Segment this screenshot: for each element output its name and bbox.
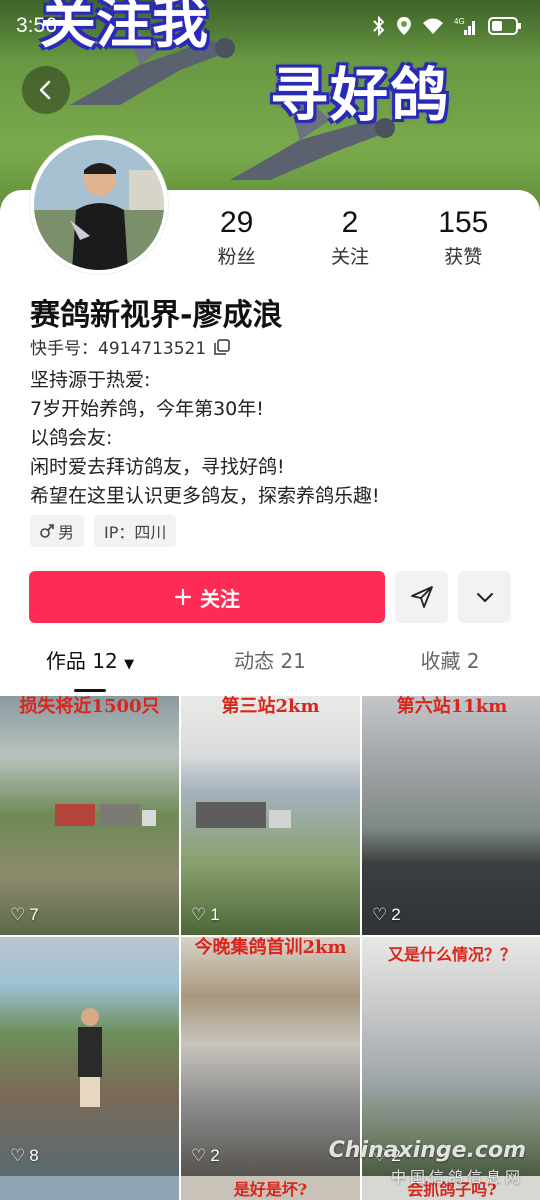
heart-icon: ♡: [10, 905, 26, 924]
video-caption: 今晚集鸽首训2km: [194, 937, 347, 958]
profile-name: 赛鸽新视界-廖成浪: [30, 298, 283, 333]
bio-line: 7岁开始养鸽，今年第30年!: [30, 398, 264, 420]
bio-line: 坚持源于热爱:: [30, 369, 151, 391]
video-thumbnail[interactable]: 是好是坏?: [181, 1176, 360, 1200]
stat-number: 2: [341, 206, 359, 239]
tab-works[interactable]: 作品 12 ▼: [0, 645, 180, 691]
copy-icon[interactable]: [214, 338, 230, 355]
chevron-down-icon: [476, 593, 493, 602]
male-icon: [40, 524, 54, 538]
bio-line: 闲时爱去拜访鸽友，寻找好鸽!: [30, 456, 285, 478]
heart-icon: ♡: [191, 1146, 207, 1165]
site-watermark: Chinaxinge.com: [328, 1138, 526, 1163]
stat-likes[interactable]: 155 获赞: [408, 206, 518, 269]
like-count: ♡ 7: [10, 905, 39, 925]
profile-bio: 坚持源于热爱: 7岁开始养鸽，今年第30年! 以鸽会友: 闲时爱去拜访鸽友，寻找…: [30, 366, 380, 511]
tab-label: 动态 21: [234, 649, 306, 673]
like-count: ♡ 2: [372, 905, 401, 925]
active-tab-indicator: [74, 689, 106, 692]
like-number: 8: [29, 1146, 39, 1165]
back-button[interactable]: [22, 66, 70, 114]
chevron-left-icon: [39, 80, 51, 100]
follow-label: 关注: [200, 586, 240, 611]
send-icon: [410, 586, 433, 608]
stat-label: 粉丝: [217, 246, 256, 268]
stat-following[interactable]: 2 关注: [295, 206, 405, 269]
video-caption: 又是什么情况？？: [387, 945, 516, 964]
video-caption: 是好是坏?: [233, 1180, 308, 1199]
user-id: 快手号：4914713521: [30, 334, 230, 359]
gender-tag: 男: [30, 515, 85, 547]
stat-number: 155: [438, 206, 489, 239]
location-icon: [397, 17, 411, 35]
like-count: ♡ 2: [191, 1146, 220, 1166]
wifi-icon: [423, 18, 443, 34]
follow-button[interactable]: 关注: [29, 571, 385, 623]
bluetooth-icon: [373, 16, 385, 36]
plus-icon: [174, 588, 192, 606]
like-number: 2: [210, 1146, 220, 1165]
like-number: 1: [210, 905, 220, 924]
video-thumbnail[interactable]: ♡ 8: [0, 937, 179, 1176]
stat-number: 29: [219, 206, 254, 239]
network-type: 4G: [454, 17, 465, 26]
user-id-value: 4914713521: [98, 339, 207, 359]
video-grid: 损失将近1500只 ♡ 7 第三站2km ♡ 1 第六站11km ♡ 2 ♡ 8 今晚集…: [0, 696, 540, 1176]
avatar[interactable]: [30, 136, 168, 274]
person-illustration: [78, 1008, 102, 1107]
video-thumbnail[interactable]: 损失将近1500只 ♡ 7: [0, 696, 179, 935]
site-watermark-subtitle: 中国信鸽信息网: [390, 1168, 524, 1186]
video-caption: 损失将近1500只: [19, 696, 160, 717]
heart-icon: ♡: [191, 905, 207, 924]
bio-line: 以鸽会友:: [30, 427, 113, 449]
caret-down-icon: ▼: [124, 657, 135, 672]
truck-illustration: [196, 802, 291, 828]
like-count: ♡ 8: [10, 1146, 39, 1166]
signal-icon: 4G: [454, 17, 475, 35]
tab-label: 作品 12: [45, 649, 118, 673]
heart-icon: ♡: [10, 1146, 26, 1165]
profile-stats: 29 粉丝 2 关注 155 获赞: [180, 206, 520, 269]
status-bar: 3:56 4G: [0, 0, 540, 56]
battery-icon: [488, 17, 521, 35]
truck-illustration: [55, 804, 156, 826]
stat-label: 获赞: [444, 246, 483, 268]
heart-icon: ♡: [372, 905, 388, 924]
stat-followers[interactable]: 29 粉丝: [182, 206, 292, 269]
status-time: 3:56: [16, 14, 57, 37]
gender-label: 男: [58, 523, 75, 542]
tab-label: 收藏 2: [420, 649, 480, 673]
profile-tags: 男 IP：四川: [30, 515, 177, 547]
like-number: 7: [29, 905, 39, 924]
banner-title: 寻好鸽: [270, 61, 451, 129]
stat-label: 关注: [330, 246, 369, 268]
status-icons: 4G: [372, 16, 522, 36]
message-button[interactable]: [395, 571, 448, 623]
tab-moments[interactable]: 动态 21: [180, 645, 360, 691]
like-number: 2: [391, 905, 401, 924]
more-options-button[interactable]: [458, 571, 511, 623]
bio-line: 希望在这里认识更多鸽友，探索养鸽乐趣!: [30, 485, 380, 507]
video-thumbnail[interactable]: [0, 1176, 179, 1200]
video-caption: 第六站11km: [396, 696, 508, 717]
user-id-label: 快手号：: [30, 339, 98, 359]
ip-tag: IP：四川: [94, 515, 177, 547]
avatar-photo: [34, 140, 164, 270]
video-thumbnail[interactable]: 第三站2km ♡ 1: [181, 696, 360, 935]
video-caption: 第三站2km: [221, 696, 320, 717]
tab-favorites[interactable]: 收藏 2: [360, 645, 540, 691]
like-count: ♡ 1: [191, 905, 220, 925]
content-tabs: 作品 12 ▼ 动态 21 收藏 2: [0, 645, 540, 691]
video-thumbnail[interactable]: 第六站11km ♡ 2: [362, 696, 540, 935]
